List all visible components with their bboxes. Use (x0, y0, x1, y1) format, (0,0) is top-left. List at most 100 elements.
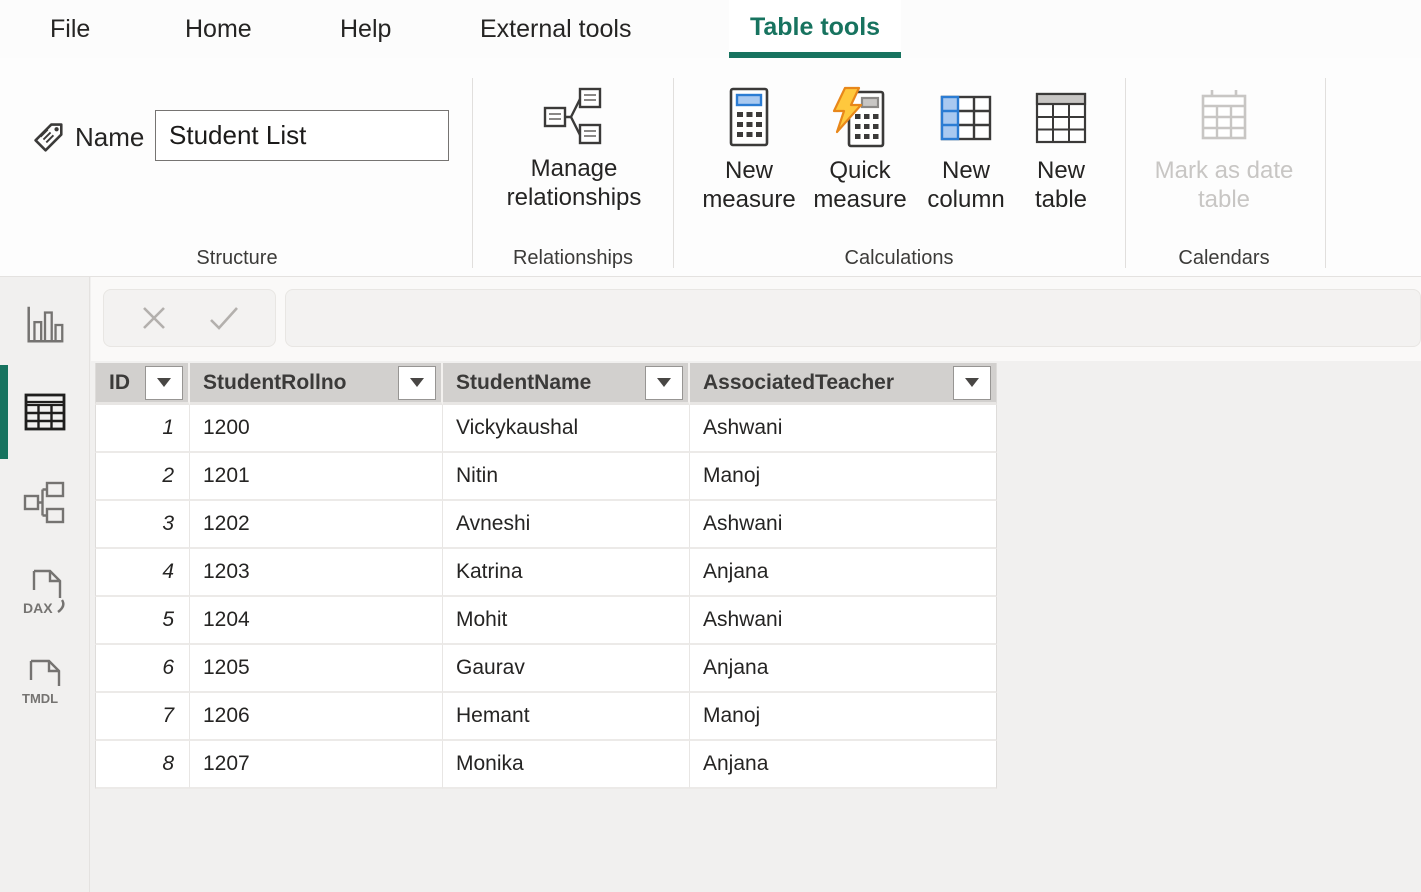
table-cell[interactable]: Manoj (690, 453, 997, 501)
calendar-icon (1192, 86, 1256, 150)
column-header-studentrollno[interactable]: StudentRollno (190, 363, 443, 405)
table-cell[interactable]: 1204 (190, 597, 443, 645)
table-cell[interactable]: Ashwani (690, 597, 997, 645)
row-index-cell[interactable]: 7 (95, 693, 190, 741)
table-cell[interactable]: 1201 (190, 453, 443, 501)
table-cell[interactable]: Anjana (690, 645, 997, 693)
mark-as-date-table-button: Mark as date table (1146, 82, 1302, 266)
dax-query-view-icon: DAX (21, 568, 69, 618)
table-cell[interactable]: Avneshi (443, 501, 690, 549)
table-row: 71206HemantManoj (95, 693, 997, 741)
new-column-icon (934, 86, 998, 150)
sidebar-item-tmdl-view[interactable]: TMDL (0, 653, 90, 713)
group-divider (1125, 78, 1126, 268)
row-index-cell[interactable]: 4 (95, 549, 190, 597)
table-cell[interactable]: Ashwani (690, 501, 997, 549)
button-label: Mark as date table (1146, 156, 1302, 214)
formula-cancel-button[interactable] (139, 303, 169, 333)
table-cell[interactable]: Manoj (690, 693, 997, 741)
column-filter-button[interactable] (398, 366, 436, 400)
quick-measure-button[interactable]: Quick measure (805, 82, 915, 266)
table-cell[interactable]: Vickykaushal (443, 405, 690, 453)
table-cell[interactable]: 1206 (190, 693, 443, 741)
button-label: New column (917, 156, 1015, 214)
formula-commit-button[interactable] (207, 303, 241, 333)
table-cell[interactable]: 1205 (190, 645, 443, 693)
table-cell[interactable]: 1200 (190, 405, 443, 453)
formula-bar (91, 277, 1421, 361)
table-cell[interactable]: Mohit (443, 597, 690, 645)
formula-bar-buttons (103, 289, 276, 347)
table-cell[interactable]: Nitin (443, 453, 690, 501)
table-cell[interactable]: Ashwani (690, 405, 997, 453)
table-name-input[interactable] (155, 110, 449, 161)
view-sidebar: DAX TMDL (0, 277, 90, 892)
data-table: ID StudentRollno StudentName (95, 363, 997, 789)
group-label-calendars: Calendars (1124, 247, 1324, 270)
column-filter-button[interactable] (953, 366, 991, 400)
column-filter-button[interactable] (145, 366, 183, 400)
tag-icon (27, 116, 67, 156)
tab-file[interactable]: File (50, 0, 90, 58)
group-label-calculations: Calculations (799, 247, 999, 270)
svg-text:DAX: DAX (23, 600, 53, 616)
chevron-down-icon (965, 378, 979, 387)
column-header-label: StudentRollno (203, 371, 346, 395)
manage-relationships-button[interactable]: Manage relationships (494, 82, 654, 266)
tab-external-tools[interactable]: External tools (480, 0, 631, 58)
new-measure-icon (720, 86, 778, 150)
column-header-label: ID (109, 371, 130, 395)
button-label: Manage relationships (494, 154, 654, 212)
column-header-id[interactable]: ID (95, 363, 190, 405)
row-index-cell[interactable]: 1 (95, 405, 190, 453)
column-header-associatedteacher[interactable]: AssociatedTeacher (690, 363, 997, 405)
table-cell[interactable]: Katrina (443, 549, 690, 597)
sidebar-item-report-view[interactable] (0, 295, 90, 355)
sidebar-item-dax-query-view[interactable]: DAX (0, 563, 90, 623)
table-cell[interactable]: 1207 (190, 741, 443, 789)
sidebar-item-model-view[interactable] (0, 473, 90, 533)
table-cell[interactable]: Monika (443, 741, 690, 789)
row-index-cell[interactable]: 5 (95, 597, 190, 645)
table-cell[interactable]: Hemant (443, 693, 690, 741)
powerbi-window: File Home Help External tools Table tool… (0, 0, 1421, 892)
svg-text:TMDL: TMDL (22, 691, 58, 706)
table-header-row: ID StudentRollno StudentName (95, 363, 997, 405)
table-cell[interactable]: Anjana (690, 741, 997, 789)
row-index-cell[interactable]: 6 (95, 645, 190, 693)
table-row: 81207MonikaAnjana (95, 741, 997, 789)
button-label: New table (1019, 156, 1103, 214)
new-measure-button[interactable]: New measure (697, 82, 801, 266)
tab-help[interactable]: Help (340, 0, 391, 58)
quick-measure-icon (828, 86, 892, 150)
formula-input[interactable] (285, 289, 1421, 347)
table-cell[interactable]: 1202 (190, 501, 443, 549)
new-column-button[interactable]: New column (917, 82, 1015, 266)
row-index-cell[interactable]: 8 (95, 741, 190, 789)
name-label: Name (75, 120, 144, 154)
table-row: 61205GauravAnjana (95, 645, 997, 693)
table-cell[interactable]: Gaurav (443, 645, 690, 693)
column-header-studentname[interactable]: StudentName (443, 363, 690, 405)
group-divider (1325, 78, 1326, 268)
chevron-down-icon (157, 378, 171, 387)
table-body: 11200VickykaushalAshwani21201NitinManoj3… (95, 405, 997, 789)
tab-table-tools[interactable]: Table tools (729, 0, 901, 58)
row-index-cell[interactable]: 2 (95, 453, 190, 501)
column-header-label: StudentName (456, 371, 591, 395)
table-row: 11200VickykaushalAshwani (95, 405, 997, 453)
chevron-down-icon (410, 378, 424, 387)
sidebar-item-table-view[interactable] (0, 382, 90, 442)
group-divider (673, 78, 674, 268)
group-divider (472, 78, 473, 268)
button-label: Quick measure (805, 156, 915, 214)
table-row: 21201NitinManoj (95, 453, 997, 501)
new-table-button[interactable]: New table (1019, 82, 1103, 266)
table-cell[interactable]: Anjana (690, 549, 997, 597)
row-index-cell[interactable]: 3 (95, 501, 190, 549)
column-filter-button[interactable] (645, 366, 683, 400)
tab-home[interactable]: Home (185, 0, 252, 58)
ribbon-tab-bar: File Home Help External tools Table tool… (0, 0, 1421, 58)
report-view-icon (22, 302, 68, 348)
table-cell[interactable]: 1203 (190, 549, 443, 597)
